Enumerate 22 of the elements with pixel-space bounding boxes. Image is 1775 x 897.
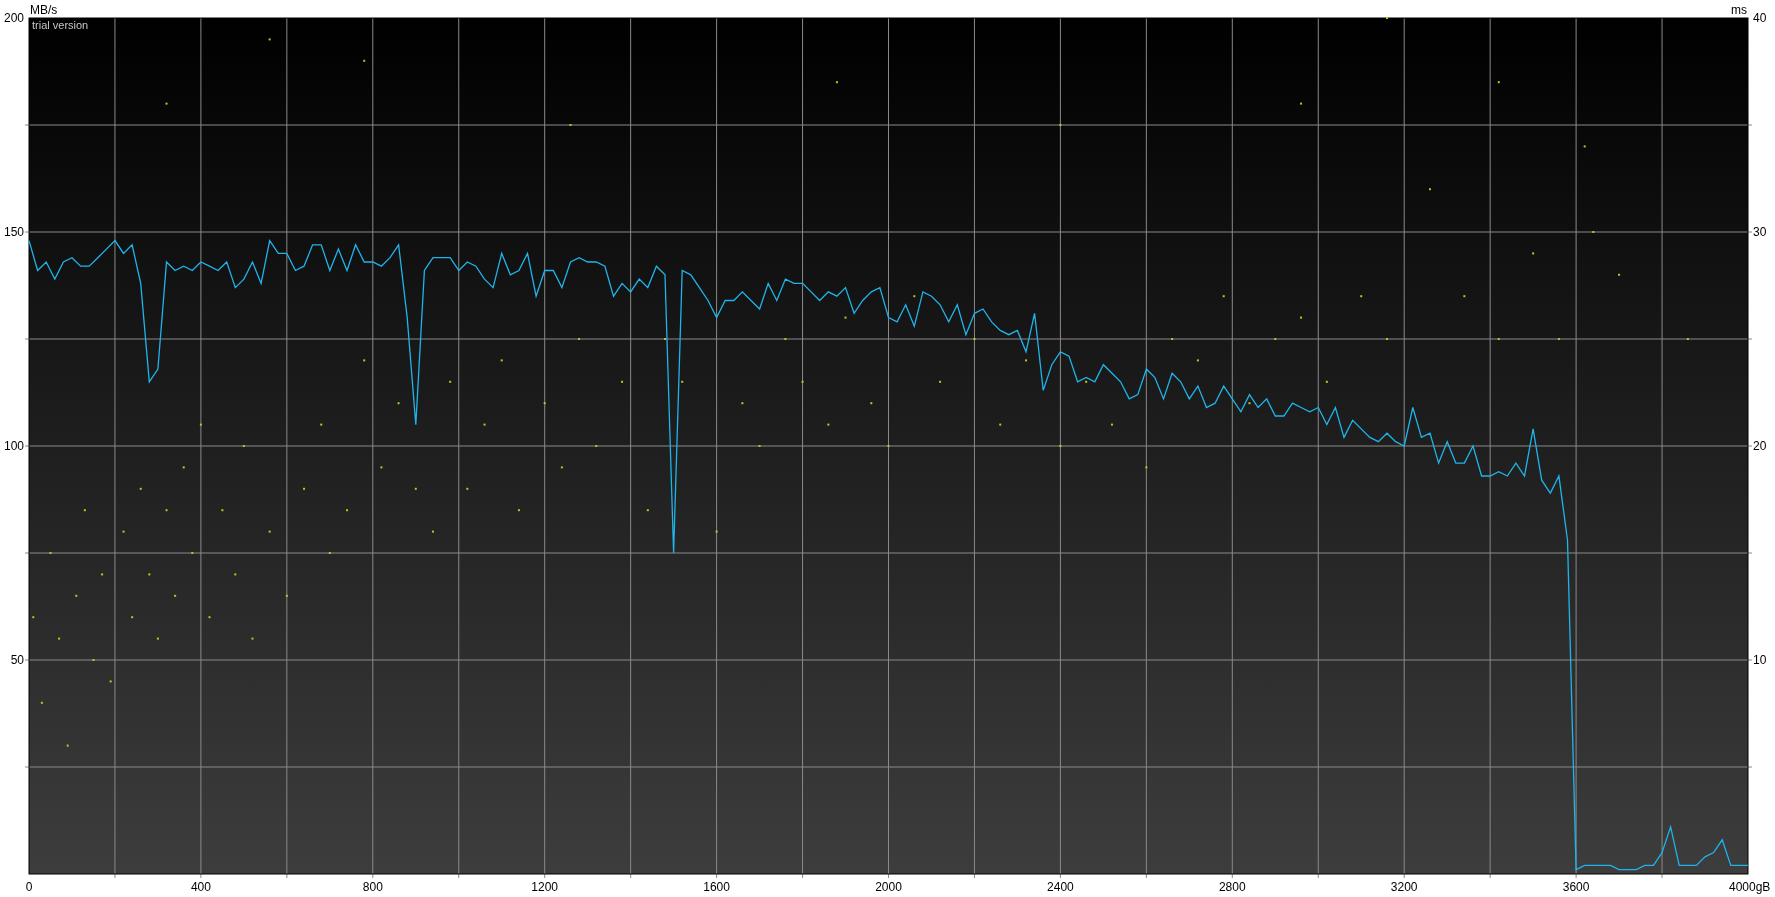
- y-axis-label: 100: [3, 439, 24, 453]
- right-axis-unit: ms: [1731, 3, 1747, 17]
- y-axis-label: 20: [1753, 439, 1767, 453]
- x-axis-label: 4000gB: [1729, 880, 1771, 894]
- y-axis-label: 30: [1753, 225, 1767, 239]
- y-axis-label: 150: [3, 225, 24, 239]
- trial-notice: trial version: [32, 19, 89, 31]
- x-axis-label: 800: [362, 880, 383, 894]
- x-axis-label: 1600: [703, 880, 730, 894]
- x-axis-label: 1200: [531, 880, 559, 894]
- x-axis-label: 3200: [1390, 880, 1418, 894]
- y-axis-label: 200: [3, 11, 24, 25]
- x-axis-label: 400: [190, 880, 211, 894]
- x-axis-label: 2400: [1047, 880, 1074, 894]
- x-axis-label: 0: [25, 880, 33, 894]
- x-axis-label: 2000: [875, 880, 902, 894]
- y-axis-label: 10: [1753, 653, 1767, 667]
- x-axis-label: 2800: [1218, 880, 1246, 894]
- left-axis-unit: MB/s: [30, 3, 58, 17]
- y-axis-label: 40: [1753, 11, 1767, 25]
- y-axis-label: 50: [10, 653, 24, 667]
- x-axis-label: 3600: [1562, 880, 1590, 894]
